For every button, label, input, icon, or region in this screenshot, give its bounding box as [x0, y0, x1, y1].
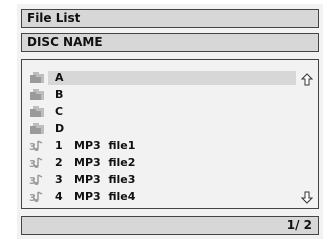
folder-icon [30, 89, 44, 100]
file-list-panel: File List DISC NAME A B C D 3 1 MP3 file… [17, 4, 323, 239]
file-list: A B C D 3 1 MP3 file1 3 2 MP3 file2 3 3 … [21, 59, 319, 209]
music-note-icon: 3 [29, 140, 43, 152]
page-indicator: 1/ 2 [21, 216, 319, 235]
file-number: 2 [55, 156, 63, 169]
music-note-icon: 3 [29, 157, 43, 169]
arrow-up-icon[interactable] [301, 73, 313, 87]
disc-name-bar: DISC NAME [21, 33, 319, 52]
svg-text:3: 3 [29, 176, 36, 186]
file-name: MP3 file3 [74, 173, 136, 186]
list-item-file-3[interactable]: 3 3 MP3 file3 [22, 172, 318, 187]
folder-label: C [55, 105, 64, 118]
file-name: MP3 file4 [74, 190, 136, 203]
folder-label: A [55, 71, 64, 84]
list-item-folder-a[interactable]: A [22, 70, 318, 85]
file-name: MP3 file1 [74, 139, 136, 152]
list-item-file-1[interactable]: 3 1 MP3 file1 [22, 138, 318, 153]
file-name: MP3 file2 [74, 156, 136, 169]
folder-label: D [55, 122, 65, 135]
music-note-icon: 3 [29, 191, 43, 203]
file-number: 4 [55, 190, 63, 203]
file-list-title: File List [21, 9, 319, 28]
svg-text:3: 3 [29, 193, 36, 203]
list-item-file-4[interactable]: 3 4 MP3 file4 [22, 189, 318, 204]
list-item-file-2[interactable]: 3 2 MP3 file2 [22, 155, 318, 170]
file-number: 3 [55, 173, 63, 186]
svg-text:3: 3 [29, 159, 36, 169]
list-item-folder-b[interactable]: B [22, 87, 318, 102]
list-item-folder-d[interactable]: D [22, 121, 318, 136]
folder-icon [30, 106, 44, 117]
selection-highlight [48, 71, 296, 85]
music-note-icon: 3 [29, 174, 43, 186]
folder-label: B [55, 88, 64, 101]
folder-icon [30, 72, 44, 83]
file-number: 1 [55, 139, 63, 152]
folder-icon [30, 123, 44, 134]
list-item-folder-c[interactable]: C [22, 104, 318, 119]
arrow-down-icon[interactable] [301, 190, 313, 204]
svg-text:3: 3 [29, 142, 36, 152]
